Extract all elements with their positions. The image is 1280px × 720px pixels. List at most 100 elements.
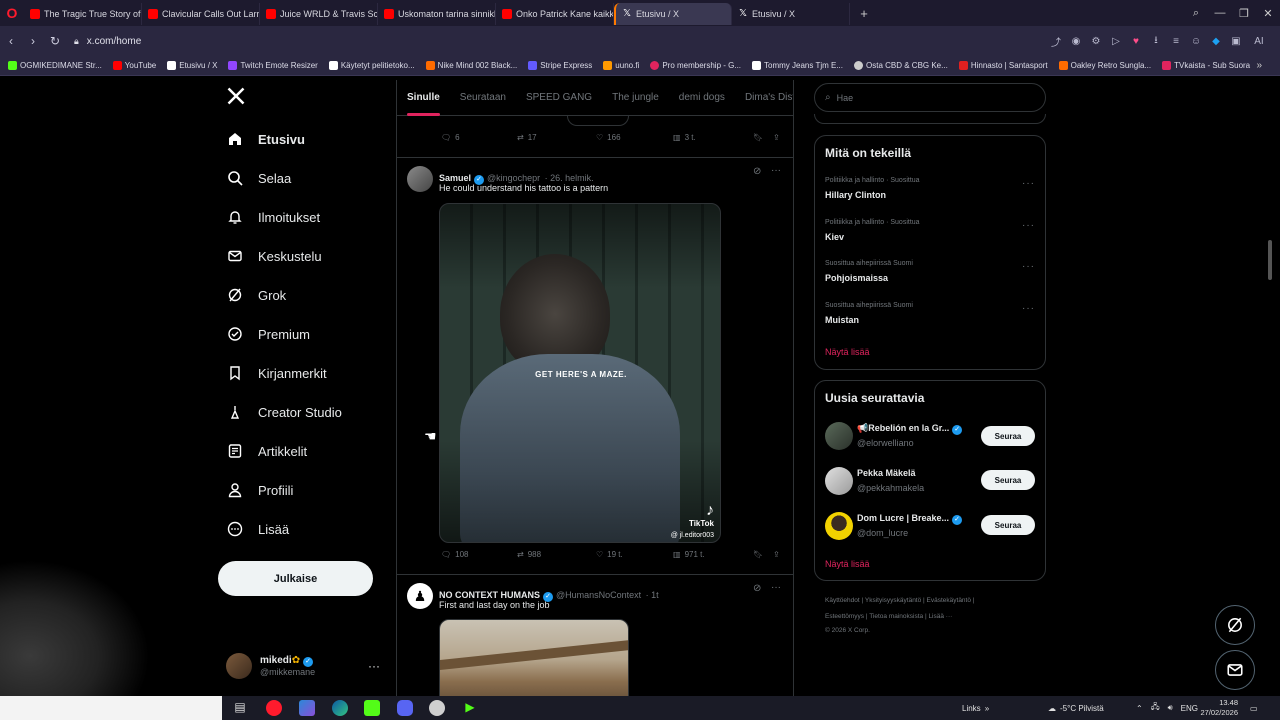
- tab-demi-dogs[interactable]: demi dogs: [669, 80, 735, 116]
- bookmark[interactable]: Stripe Express: [528, 61, 592, 70]
- close-icon[interactable]: ✕: [1256, 7, 1280, 20]
- weather-widget[interactable]: ☁ -5°C Pilvistä: [1048, 696, 1104, 720]
- nav-item-bookmarks[interactable]: Kirjanmerkit: [226, 361, 327, 385]
- extension-icon[interactable]: ◆: [1210, 36, 1222, 47]
- edge-icon[interactable]: [332, 700, 348, 716]
- trend-name[interactable]: Hillary Clinton: [825, 190, 886, 200]
- browser-tab[interactable]: 𝕏 Etusivu / X: [732, 3, 850, 25]
- bookmark[interactable]: Nike Mind 002 Black...: [425, 61, 517, 70]
- nav-item-grok[interactable]: Grok: [226, 283, 286, 307]
- reload-icon[interactable]: ↻: [44, 34, 66, 48]
- tab-the-jungle[interactable]: The jungle: [602, 80, 669, 116]
- nav-item-premium[interactable]: Premium: [226, 322, 310, 346]
- opera-logo-icon[interactable]: O: [0, 0, 24, 26]
- browser-tab[interactable]: Onko Patrick Kane kaikki: [496, 3, 614, 25]
- tweet-author-name[interactable]: NO CONTEXT HUMANS: [439, 590, 540, 600]
- grok-icon[interactable]: ⊘: [753, 166, 761, 177]
- grok-fab-button[interactable]: [1215, 605, 1255, 645]
- opera-taskbar-icon[interactable]: [266, 700, 282, 716]
- tweet-date[interactable]: · 26. helmik.: [545, 173, 594, 183]
- trend-more-icon[interactable]: ···: [1022, 220, 1035, 231]
- like-button[interactable]: ♡ 19 t.: [596, 550, 623, 559]
- nav-item-creator-studio[interactable]: Creator Studio: [226, 400, 342, 424]
- chevron-up-icon[interactable]: ⌃: [1136, 704, 1143, 713]
- nav-item-notifications[interactable]: Ilmoitukset: [226, 205, 320, 229]
- forward-icon[interactable]: ›: [22, 34, 44, 48]
- more-options-icon[interactable]: ···: [771, 582, 781, 593]
- bookmark[interactable]: TVkaista - Sub Suora: [1162, 61, 1250, 70]
- bookmark[interactable]: Oakley Retro Sungla...: [1058, 61, 1151, 70]
- ai-icon[interactable]: AI: [1250, 36, 1268, 47]
- suggested-user-name[interactable]: 📢Rebelión en la Gr... ✓: [857, 423, 965, 435]
- views-button[interactable]: ▥ 971 t.: [673, 550, 705, 559]
- heart-icon[interactable]: ♥: [1130, 36, 1142, 47]
- nav-item-explore[interactable]: Selaa: [226, 166, 291, 190]
- bookmark-icon[interactable]: 🔖︎: [753, 550, 763, 559]
- new-tab-button[interactable]: +: [854, 3, 874, 23]
- bookmark[interactable]: Tommy Jeans Tjm E...: [752, 61, 843, 70]
- account-more-icon[interactable]: ···: [368, 659, 380, 673]
- post-button[interactable]: Julkaise: [218, 561, 373, 596]
- tweet-author-handle[interactable]: @HumansNoContext: [556, 590, 641, 600]
- nav-item-messages[interactable]: Keskustelu: [226, 244, 322, 268]
- browser-tab[interactable]: The Tragic True Story of Ju: [24, 3, 142, 25]
- trend-more-icon[interactable]: ···: [1022, 303, 1035, 314]
- grok-icon[interactable]: ⊘: [753, 583, 761, 594]
- like-button[interactable]: ♡ 166: [596, 133, 621, 142]
- reply-button[interactable]: 🗨︎ 108: [441, 550, 469, 559]
- bookmark[interactable]: OGMIKEDIMANE Str...: [8, 61, 102, 70]
- browser-tab[interactable]: Uskomaton tarina sinnikk: [378, 3, 496, 25]
- bookmark[interactable]: Käytetyt pelitietoko...: [328, 61, 415, 70]
- maximize-icon[interactable]: ❐: [1232, 7, 1256, 20]
- play-icon[interactable]: ▷: [1110, 36, 1122, 47]
- messages-fab-button[interactable]: [1215, 650, 1255, 690]
- bookmark-icon[interactable]: 🔖︎: [753, 133, 763, 142]
- bookmark[interactable]: Pro membership - G...: [650, 61, 741, 70]
- account-icon[interactable]: ☺: [1190, 36, 1202, 47]
- avatar[interactable]: [825, 422, 853, 450]
- language-indicator[interactable]: ENG: [1181, 704, 1198, 713]
- suggested-user-name[interactable]: Dom Lucre | Breake... ✓: [857, 513, 965, 525]
- menu-icon[interactable]: ≡: [1170, 36, 1182, 47]
- bookmark[interactable]: Etusivu / X: [167, 61, 217, 70]
- tweet-author-handle[interactable]: @kingochepr: [487, 173, 540, 183]
- nav-item-more[interactable]: Lisää: [226, 517, 289, 541]
- tweet-video[interactable]: GET HERE'S A MAZE. ♪ TikTok @ jl.editor0…: [439, 203, 721, 543]
- tab-speed-gang[interactable]: SPEED GANG: [516, 80, 602, 116]
- page-scrollbar[interactable]: [1268, 240, 1272, 280]
- reply-button[interactable]: 🗨︎ 6: [441, 133, 460, 142]
- avatar[interactable]: [825, 512, 853, 540]
- trend-more-icon[interactable]: ···: [1022, 261, 1035, 272]
- camera-icon[interactable]: ◉: [1070, 36, 1082, 47]
- x-logo-icon[interactable]: [226, 86, 246, 108]
- tweet-date[interactable]: · 1t: [646, 590, 659, 600]
- bookmark[interactable]: Osta CBD & CBG Ke...: [854, 61, 948, 70]
- bookmark[interactable]: YouTube: [112, 61, 156, 70]
- trend-name[interactable]: Muistan: [825, 315, 859, 325]
- repost-button[interactable]: ⇄ 17: [517, 133, 537, 142]
- follow-button[interactable]: Seuraa: [981, 426, 1035, 446]
- avatar[interactable]: [825, 467, 853, 495]
- more-options-icon[interactable]: ···: [771, 165, 781, 176]
- nav-item-articles[interactable]: Artikkelit: [226, 439, 307, 463]
- footer-links[interactable]: Esteettömyys | Tietoa mainoksista | Lisä…: [825, 613, 952, 620]
- bookmark[interactable]: uuno.fi: [603, 61, 639, 70]
- download-icon[interactable]: ⭳: [1150, 33, 1162, 50]
- footer-links[interactable]: Käyttöehdot | Yksityisyyskäytäntö | Eväs…: [825, 597, 974, 604]
- search-tabs-icon[interactable]: ⌕: [1184, 7, 1208, 20]
- avatar[interactable]: [407, 166, 433, 192]
- search-input[interactable]: ⌕ Hae: [814, 83, 1046, 112]
- settings-icon[interactable]: ⚙: [1090, 36, 1102, 47]
- tweet-author-name[interactable]: Samuel: [439, 173, 471, 183]
- volume-icon[interactable]: 🔊︎: [1168, 703, 1173, 713]
- trend-name[interactable]: Pohjoismaissa: [825, 273, 888, 283]
- trend-name[interactable]: Kiev: [825, 232, 844, 242]
- tab-following[interactable]: Seurataan: [450, 80, 516, 116]
- share-icon[interactable]: ⤴: [1050, 34, 1062, 49]
- browser-tab-active[interactable]: 𝕏 Etusivu / X: [614, 3, 732, 25]
- suggested-user-name[interactable]: Pekka Mäkelä: [857, 468, 916, 478]
- clock[interactable]: 13.48 27/02/2026: [1198, 696, 1238, 720]
- views-button[interactable]: ▥ 3 t.: [673, 133, 696, 142]
- taskbar-links[interactable]: Links»: [962, 696, 989, 720]
- kick-icon[interactable]: [364, 700, 380, 716]
